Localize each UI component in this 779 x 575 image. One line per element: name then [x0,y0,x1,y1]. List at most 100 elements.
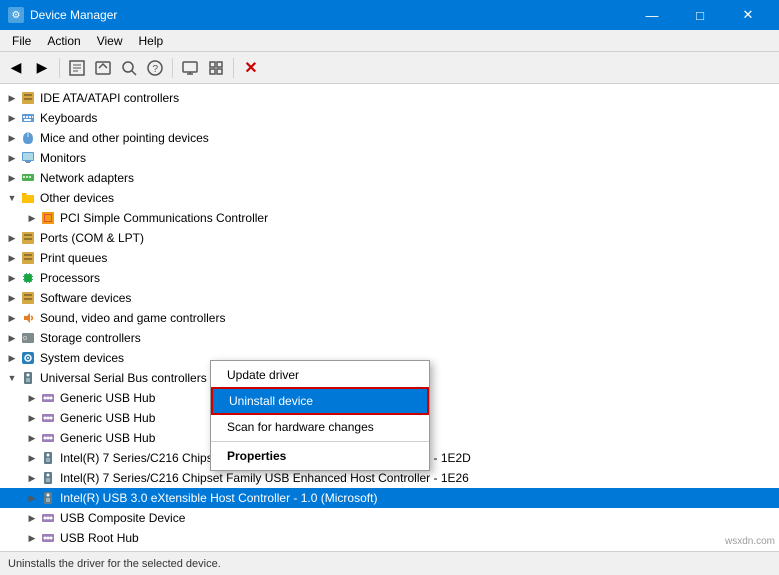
tree-item-intel3[interactable]: ▶Intel(R) USB 3.0 eXtensible Host Contro… [0,488,779,508]
tree-item-print[interactable]: ▶Print queues [0,248,779,268]
expand-icon-composite[interactable]: ▶ [24,510,40,526]
device-icon-sound [20,310,36,326]
status-bar: Uninstalls the driver for the selected d… [0,551,779,575]
maximize-button[interactable]: □ [677,0,723,30]
item-label-network: Network adapters [40,171,134,185]
item-label-composite: USB Composite Device [60,511,185,525]
item-label-software: Software devices [40,291,131,305]
item-label-intel2: Intel(R) 7 Series/C216 Chipset Family US… [60,471,469,485]
item-label-usb: Universal Serial Bus controllers [40,371,207,385]
context-menu-uninstall[interactable]: Uninstall device [211,387,429,415]
device-icon-storage [20,330,36,346]
device-icon-ide [20,90,36,106]
item-label-ports: Ports (COM & LPT) [40,231,144,245]
expand-icon-processors[interactable]: ▶ [4,270,20,286]
expand-icon-hub3[interactable]: ▶ [24,430,40,446]
minimize-button[interactable]: — [629,0,675,30]
expand-icon-storage[interactable]: ▶ [4,330,20,346]
help-button[interactable]: ? [143,56,167,80]
tree-item-sound[interactable]: ▶ Sound, video and game controllers [0,308,779,328]
update-driver-label: Update driver [227,368,299,382]
device-tree[interactable]: ▶ IDE ATA/ATAPI controllers ▶ Keyboards ▶ Mic… [0,84,779,551]
tree-item-root1[interactable]: ▶ USB Root Hub [0,528,779,548]
context-menu-scan[interactable]: Scan for hardware changes [211,415,429,439]
expand-icon-software[interactable]: ▶ [4,290,20,306]
update-driver-button[interactable] [91,56,115,80]
monitor-button[interactable] [178,56,202,80]
expand-icon-usb[interactable]: ▼ [4,370,20,386]
device-icon-intel2 [40,470,56,486]
device-icon-system [20,350,36,366]
toolbar-sep-1 [59,58,60,78]
back-button[interactable]: ◀ [4,56,28,80]
tree-item-composite[interactable]: ▶ USB Composite Device [0,508,779,528]
item-label-keyboards: Keyboards [40,111,97,125]
expand-icon-hub2[interactable]: ▶ [24,410,40,426]
device-icon-ports [20,230,36,246]
item-label-hub1: Generic USB Hub [60,391,155,405]
tree-item-other[interactable]: ▼Other devices [0,188,779,208]
title-bar: ⚙ Device Manager — □ ✕ [0,0,779,30]
scan-button[interactable] [117,56,141,80]
expand-icon-intel1[interactable]: ▶ [24,450,40,466]
tree-item-network[interactable]: ▶ Network adapters [0,168,779,188]
expand-icon-mice[interactable]: ▶ [4,130,20,146]
item-label-storage: Storage controllers [40,331,141,345]
show-processes-button[interactable] [204,56,228,80]
properties-button[interactable] [65,56,89,80]
expand-icon-root2[interactable]: ▶ [24,550,40,551]
expand-icon-system[interactable]: ▶ [4,350,20,366]
item-label-mice: Mice and other pointing devices [40,131,209,145]
expand-icon-sound[interactable]: ▶ [4,310,20,326]
status-text: Uninstalls the driver for the selected d… [8,558,221,570]
properties-label: Properties [227,449,286,463]
tree-item-keyboards[interactable]: ▶ Keyboards [0,108,779,128]
menu-bar: File Action View Help [0,30,779,52]
tree-item-processors[interactable]: ▶Processors [0,268,779,288]
tree-item-monitors[interactable]: ▶Monitors [0,148,779,168]
tree-item-root2[interactable]: ▶USB Root Hub [0,548,779,551]
context-menu-update[interactable]: Update driver [211,363,429,387]
device-icon-composite [40,510,56,526]
menu-file[interactable]: File [4,30,39,52]
tree-item-intel2[interactable]: ▶ Intel(R) 7 Series/C216 Chipset Family U… [0,468,779,488]
context-menu-properties[interactable]: Properties [211,444,429,468]
device-icon-pci [40,210,56,226]
expand-icon-intel2[interactable]: ▶ [24,470,40,486]
forward-button[interactable]: ▶ [30,56,54,80]
tree-item-software[interactable]: ▶ Software devices [0,288,779,308]
expand-icon-root1[interactable]: ▶ [24,530,40,546]
menu-action[interactable]: Action [39,30,88,52]
expand-icon-print[interactable]: ▶ [4,250,20,266]
menu-view[interactable]: View [89,30,131,52]
device-icon-intel3 [40,490,56,506]
device-icon-other [20,190,36,206]
expand-icon-pci[interactable]: ▶ [24,210,40,226]
app-icon: ⚙ [8,7,24,23]
uninstall-device-label: Uninstall device [229,394,313,408]
item-label-sound: Sound, video and game controllers [40,311,225,325]
tree-item-storage[interactable]: ▶ Storage controllers [0,328,779,348]
device-icon-mice [20,130,36,146]
expand-icon-intel3[interactable]: ▶ [24,490,40,506]
scan-hardware-label: Scan for hardware changes [227,420,374,434]
tree-item-ports[interactable]: ▶ Ports (COM & LPT) [0,228,779,248]
expand-icon-hub1[interactable]: ▶ [24,390,40,406]
item-label-ide: IDE ATA/ATAPI controllers [40,91,179,105]
delete-button[interactable]: ✕ [239,56,263,80]
expand-icon-ide[interactable]: ▶ [4,90,20,106]
expand-icon-other[interactable]: ▼ [4,190,20,206]
device-icon-hub1 [40,390,56,406]
expand-icon-ports[interactable]: ▶ [4,230,20,246]
expand-icon-monitors[interactable]: ▶ [4,150,20,166]
tree-item-ide[interactable]: ▶ IDE ATA/ATAPI controllers [0,88,779,108]
close-button[interactable]: ✕ [725,0,771,30]
expand-icon-network[interactable]: ▶ [4,170,20,186]
item-label-root1: USB Root Hub [60,531,139,545]
context-menu: Update driver Uninstall device Scan for … [210,360,430,471]
tree-item-pci[interactable]: ▶PCI Simple Communications Controller [0,208,779,228]
menu-help[interactable]: Help [131,30,172,52]
tree-item-mice[interactable]: ▶ Mice and other pointing devices [0,128,779,148]
context-menu-sep [211,441,429,442]
expand-icon-keyboards[interactable]: ▶ [4,110,20,126]
